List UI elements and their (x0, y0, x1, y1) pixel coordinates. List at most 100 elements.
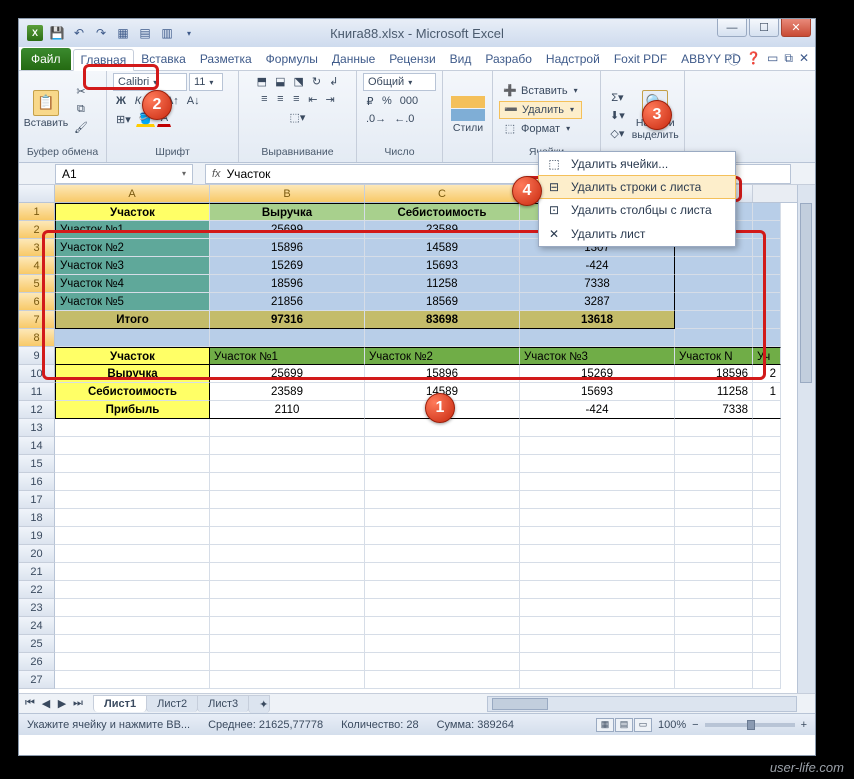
row-header[interactable]: 25 (19, 635, 55, 653)
cell[interactable]: Выручка (55, 365, 210, 383)
cell[interactable]: 7338 (675, 401, 753, 419)
cell[interactable] (210, 581, 365, 599)
cell[interactable] (753, 545, 781, 563)
cell[interactable]: 15693 (520, 383, 675, 401)
tab-foxit[interactable]: Foxit PDF (607, 48, 674, 70)
row-header[interactable]: 16 (19, 473, 55, 491)
cell[interactable]: 7338 (520, 275, 675, 293)
horizontal-scrollbar[interactable] (487, 696, 797, 712)
cell[interactable] (210, 473, 365, 491)
cell[interactable] (210, 653, 365, 671)
cell[interactable] (675, 509, 753, 527)
cell[interactable] (365, 455, 520, 473)
cell[interactable] (210, 671, 365, 689)
tab-formulas[interactable]: Формулы (259, 48, 325, 70)
cell[interactable]: Себистоимость (365, 203, 520, 221)
cell[interactable] (55, 491, 210, 509)
row-header[interactable]: 23 (19, 599, 55, 617)
row-header[interactable]: 3 (19, 239, 55, 257)
cell[interactable] (675, 527, 753, 545)
row-header[interactable]: 1 (19, 203, 55, 221)
delete-cells-button[interactable]: ➖Удалить▾ (499, 101, 582, 119)
comma-icon[interactable]: 000 (397, 93, 421, 109)
cell[interactable]: 15693 (365, 257, 520, 275)
row-header[interactable]: 15 (19, 455, 55, 473)
sheet-nav-next-icon[interactable]: ▶ (55, 697, 69, 710)
align-right-icon[interactable]: ≡ (289, 91, 303, 107)
view-break-icon[interactable]: ▭ (634, 718, 652, 732)
restore-icon[interactable]: ⧉ (784, 51, 793, 68)
paste-button[interactable]: 📋 Вставить (25, 88, 67, 132)
inc-decimal-icon[interactable]: .0→ (363, 111, 389, 127)
cell[interactable] (55, 455, 210, 473)
cell[interactable] (210, 437, 365, 455)
row-headers[interactable]: 1234567891011121314151617181920212223242… (19, 203, 55, 689)
cell[interactable]: Участок (55, 347, 210, 365)
save-icon[interactable]: 💾 (49, 25, 65, 41)
qat-icon[interactable]: ▦ (115, 25, 131, 41)
cell[interactable] (520, 491, 675, 509)
cell[interactable] (210, 545, 365, 563)
cell[interactable] (753, 527, 781, 545)
col-header[interactable]: C (365, 185, 520, 202)
cell[interactable] (675, 599, 753, 617)
help-info-icon[interactable]: ⓘ (728, 51, 740, 68)
cell[interactable] (210, 419, 365, 437)
cell[interactable]: -424 (520, 401, 675, 419)
cell[interactable] (55, 509, 210, 527)
cell[interactable] (365, 635, 520, 653)
row-header[interactable]: 24 (19, 617, 55, 635)
format-painter-icon[interactable]: 🖌 (71, 120, 91, 136)
zoom-in-button[interactable]: + (801, 719, 807, 731)
cell[interactable]: Участок №3 (55, 257, 210, 275)
cell[interactable] (675, 437, 753, 455)
cell[interactable] (520, 437, 675, 455)
row-header[interactable]: 20 (19, 545, 55, 563)
row-header[interactable]: 21 (19, 563, 55, 581)
cell[interactable] (365, 581, 520, 599)
cell[interactable] (675, 419, 753, 437)
cell[interactable] (753, 581, 781, 599)
cell[interactable] (365, 527, 520, 545)
menu-delete-cells[interactable]: ⬚Удалить ячейки... (539, 152, 735, 176)
cell[interactable] (753, 599, 781, 617)
menu-delete-sheet[interactable]: ✕Удалить лист (539, 222, 735, 246)
cell[interactable]: Прибыль (55, 401, 210, 419)
tab-developer[interactable]: Разрабо (478, 48, 539, 70)
increase-indent-icon[interactable]: ⇥ (323, 91, 338, 107)
sheet-nav-prev-icon[interactable]: ◀ (39, 697, 53, 710)
cell[interactable] (210, 599, 365, 617)
cell[interactable]: Участок №5 (55, 293, 210, 311)
name-box[interactable]: A1▾ (55, 164, 193, 184)
cell[interactable]: 25699 (210, 221, 365, 239)
percent-icon[interactable]: % (379, 93, 395, 109)
cell[interactable] (520, 581, 675, 599)
sheet-nav-first-icon[interactable]: ⏮ (23, 697, 37, 710)
font-size-combo[interactable]: 11▾ (189, 73, 223, 91)
cell[interactable] (55, 437, 210, 455)
cell[interactable]: 83698 (365, 311, 520, 329)
cells-area[interactable]: Участок Выручка Себистоимость Прибыль Уч… (55, 203, 797, 693)
cut-icon[interactable]: ✂ (71, 84, 91, 100)
cell[interactable] (210, 617, 365, 635)
cell[interactable] (210, 527, 365, 545)
merge-icon[interactable]: ⬚▾ (287, 109, 309, 125)
row-header[interactable]: 8 (19, 329, 55, 347)
cell[interactable] (55, 419, 210, 437)
cell[interactable] (520, 473, 675, 491)
min-ribbon-icon[interactable]: ▭ (767, 51, 778, 68)
row-header[interactable]: 27 (19, 671, 55, 689)
fill-icon[interactable]: ⬇▾ (607, 108, 628, 124)
cell[interactable]: 25699 (210, 365, 365, 383)
cell[interactable] (520, 419, 675, 437)
sheet-tab[interactable]: Лист3 (197, 695, 249, 712)
cell[interactable] (365, 617, 520, 635)
tab-addins[interactable]: Надстрой (539, 48, 607, 70)
cell[interactable] (675, 545, 753, 563)
number-format-combo[interactable]: Общий▾ (363, 73, 436, 91)
cell[interactable] (753, 473, 781, 491)
row-header[interactable]: 19 (19, 527, 55, 545)
align-mid-icon[interactable]: ⬓ (272, 73, 288, 89)
redo-icon[interactable]: ↷ (93, 25, 109, 41)
tab-data[interactable]: Данные (325, 48, 382, 70)
